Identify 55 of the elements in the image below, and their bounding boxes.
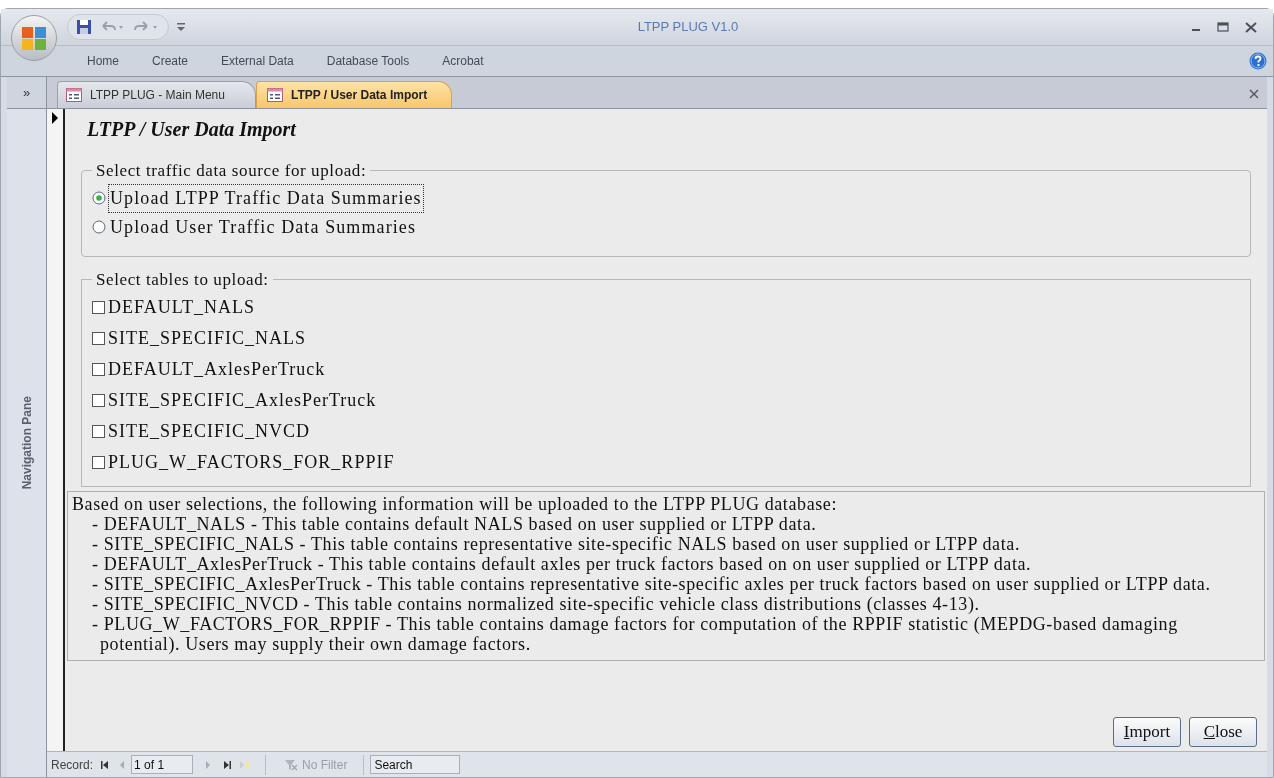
record-label: Record: [51,756,94,774]
ribbon-tab[interactable]: Database Tools [326,52,410,70]
radio-option[interactable]: Upload User Traffic Data Summaries [92,212,1240,242]
info-item: - PLUG_W_FACTORS_FOR_RPPIF - This table contains damage factors for computation of the RPPIF statistic (MEPDG-based damaging potential). Users may supply their own damage factors. [91,614,1179,654]
maximize-icon[interactable] [1217,22,1229,32]
form-title: LTPP / User Data Import [87,117,298,143]
save-icon[interactable] [76,19,92,35]
close-icon[interactable] [1249,89,1259,99]
info-item: - DEFAULT_AxlesPerTruck - This table contains default axles per truck factors based on on user supplied or LTPP data. [91,554,1033,574]
radio-button[interactable] [92,220,106,234]
document-tab[interactable]: LTPP PLUG - Main Menu [57,81,256,108]
dialog-button[interactable]: Import [1113,717,1181,747]
navigation-pane-label: Navigation Pane [18,396,35,490]
checkbox-label[interactable]: SITE_SPECIFIC_AxlesPerTruck [108,387,377,414]
office-button[interactable] [11,15,57,61]
form-icon [66,88,82,102]
record-pointer-icon [52,112,58,124]
ribbon-tab[interactable]: External Data [221,52,294,70]
nav-pane-toggle[interactable]: » [7,77,46,109]
radio-button[interactable] [92,191,106,205]
last-record-icon[interactable] [223,759,232,770]
checkbox-label[interactable]: DEFAULT_NALS [108,294,255,321]
checkbox[interactable] [92,425,105,438]
checkbox[interactable] [92,332,105,345]
checkbox-label[interactable]: SITE_SPECIFIC_NVCD [108,418,311,445]
navigation-pane-bar[interactable]: Navigation Pane [7,109,46,777]
radio-option[interactable]: Upload LTPP Traffic Data Summaries [92,183,1240,213]
checkbox-label[interactable]: SITE_SPECIFIC_NALS [108,325,307,352]
close-icon[interactable] [1245,21,1257,33]
info-intro: Based on user selections, the following information will be uploaded to the LTPP PLUG database: [72,494,839,514]
record-field[interactable]: 1 of 1 [131,755,194,774]
info-item: - SITE_SPECIFIC_NVCD - This table contains normalized site-specific vehicle class distributions (classes 4-13). [91,594,981,614]
info-item: - DEFAULT_NALS - This table contains default NALS based on user supplied or LTPP data. [91,514,818,534]
info-item: - SITE_SPECIFIC_NALS - This table contains representative site-specific NALS based on user supplied or LTPP data. [91,534,1021,554]
ribbon-tab[interactable]: Acrobat [442,52,484,70]
group-label: Select tables to upload: [95,268,270,291]
office-logo-icon [20,24,48,52]
group-label: Select traffic data source for upload: [95,160,368,182]
checkbox-label[interactable]: DEFAULT_AxlesPerTruck [108,356,326,383]
search-field[interactable]: Search [370,755,461,774]
window-title: LTPP PLUG V1.0 [637,18,739,37]
checkbox[interactable] [92,456,105,469]
checkbox[interactable] [92,363,105,376]
form-icon [266,88,283,102]
checkbox-label[interactable]: PLUG_W_FACTORS_FOR_RPPIF [108,449,395,476]
customize-icon[interactable] [177,22,185,32]
dialog-button[interactable]: Close [1189,717,1257,747]
info-item: - SITE_SPECIFIC_AxlesPerTruck - This table contains representative site-specific axles per truck factors based on user supplied or LTPP data. [91,574,1212,594]
checkbox[interactable] [92,301,105,314]
checkbox[interactable] [92,394,105,407]
document-tab[interactable]: LTPP / User Data Import [255,81,453,108]
ribbon-tab[interactable]: Home [87,52,119,70]
first-record-icon[interactable] [101,759,110,770]
help-icon[interactable] [1249,52,1267,70]
ribbon-tab[interactable]: Create [152,52,189,70]
